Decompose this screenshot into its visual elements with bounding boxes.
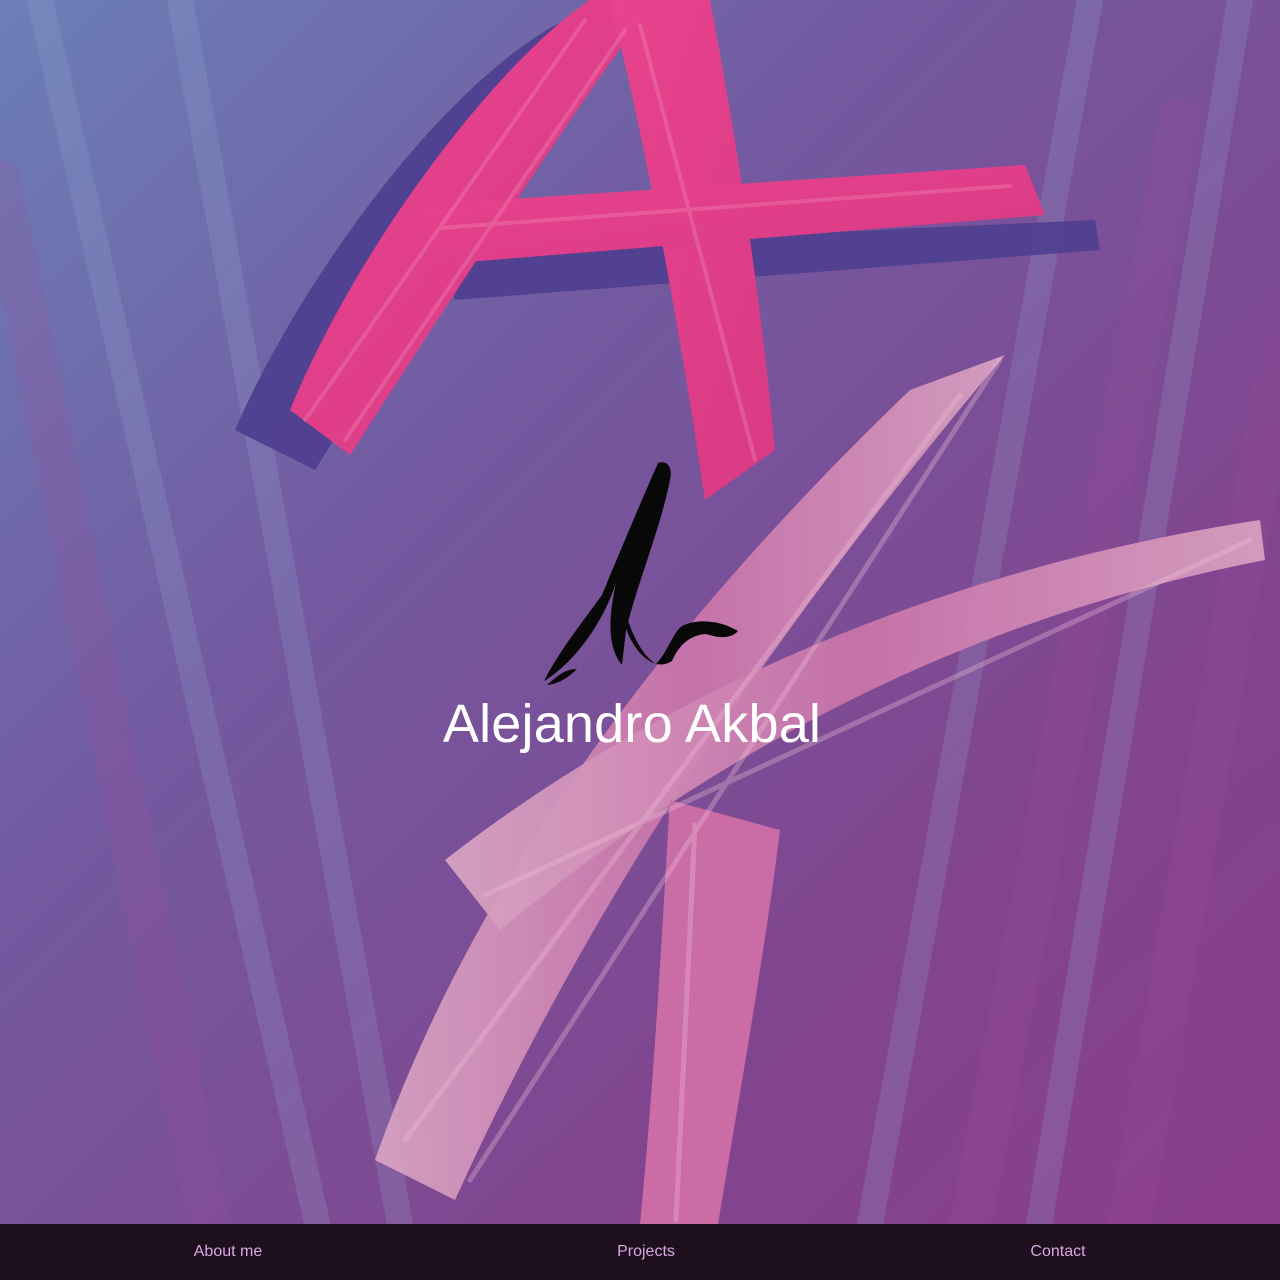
nav-contact-link[interactable]: Contact (1030, 1224, 1085, 1280)
calligraphy-logo-icon (544, 462, 738, 685)
nav-about-me-link[interactable]: About me (194, 1224, 262, 1280)
bottom-navigation: About me Projects Contact (0, 1224, 1280, 1280)
page: Alejandro Akbal About me Projects Contac… (0, 0, 1280, 1280)
site-title: Alejandro Akbal (442, 694, 822, 754)
nav-projects-link[interactable]: Projects (617, 1224, 675, 1280)
